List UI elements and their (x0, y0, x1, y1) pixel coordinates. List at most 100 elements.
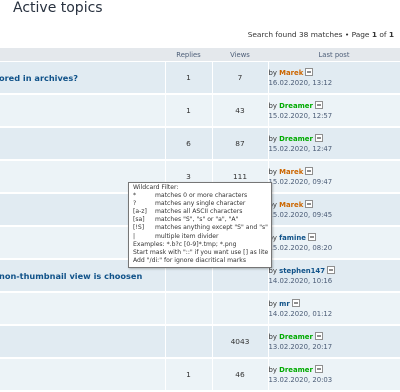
rule-pattern: [!S] (133, 224, 145, 232)
table-row: 1 43 by Dreamer 15.02.2020, 12:57 (0, 94, 400, 128)
replies-count: 6 (164, 127, 212, 161)
tooltip-start-mask: Start mask with "::" if you want use [] … (133, 248, 268, 256)
topic-cell: ored in archives? (0, 61, 165, 95)
last-post-cell: by Dreamer 15.02.2020, 12:47 (267, 127, 400, 161)
last-post-cell: by Dreamer 13.02.2020, 20:03 (267, 358, 400, 392)
rule-pattern: | (133, 232, 136, 240)
post-date: 15.02.2020, 12:47 (268, 144, 333, 153)
username-link[interactable]: Dreamer (279, 102, 313, 110)
page-title: Active topics (13, 0, 103, 16)
goto-last-post-icon[interactable] (305, 166, 314, 175)
by-label: by (268, 332, 277, 341)
goto-last-post-icon[interactable] (314, 100, 323, 109)
views-count: 87 (211, 127, 268, 161)
of-label: of (379, 30, 387, 39)
goto-last-post-icon[interactable] (305, 199, 314, 208)
username-link[interactable]: Marek (279, 69, 303, 77)
post-date: 15.02.2020, 09:45 (268, 210, 333, 219)
by-label: by (268, 299, 277, 308)
rule-description: matches "S", "s" or "a", "A" (155, 216, 239, 224)
views-count (211, 292, 268, 326)
last-post-cell: by Dreamer 15.02.2020, 12:57 (267, 94, 400, 128)
views-count: 43 (211, 94, 268, 128)
tooltip-diacritics: Add "/di:" for ignore diacritical marks (133, 256, 246, 264)
by-label: by (268, 134, 277, 143)
username-link[interactable]: stephen147 (279, 267, 325, 275)
goto-last-post-icon[interactable] (305, 67, 314, 76)
views-count: 7 (211, 61, 268, 95)
topic-title-link[interactable]: non-thumbnail view is choosen (0, 271, 165, 281)
page-label: Page (351, 30, 370, 39)
tooltip-title: Wildcard Filter: (133, 184, 179, 191)
total-pages: 1 (388, 30, 394, 39)
tooltip-rule: [!S] matches anything except "S" and "s" (133, 224, 268, 232)
by-label: by (268, 365, 277, 374)
rule-description: matches anything except "S" and "s" (155, 224, 268, 232)
table-row: 1 46 by Dreamer 13.02.2020, 20:03 (0, 358, 400, 392)
rule-description: matches any single character (155, 200, 246, 208)
replies-count (164, 325, 212, 359)
header-last-post: Last post (268, 48, 400, 62)
tooltip-rule: [sa] matches "S", "s" or "a", "A" (133, 216, 268, 224)
post-date: 13.02.2020, 20:03 (268, 375, 333, 384)
header-replies: Replies (165, 48, 212, 62)
goto-last-post-icon[interactable] (327, 265, 336, 274)
wildcard-filter-tooltip: Wildcard Filter: * matches 0 or more char… (128, 182, 272, 268)
username-link[interactable]: Dreamer (279, 135, 313, 143)
topic-cell (0, 325, 165, 359)
topic-cell (0, 127, 165, 161)
views-count: 46 (211, 358, 268, 392)
views-count: 4043 (211, 325, 268, 359)
rule-description: matches all ASCII characters (155, 208, 243, 216)
topic-title-link[interactable]: ored in archives? (0, 73, 165, 83)
username-link[interactable]: Dreamer (279, 366, 313, 374)
rule-pattern: [sa] (133, 216, 145, 224)
table-row: by mr 14.02.2020, 01:12 (0, 292, 400, 326)
post-date: 16.02.2020, 13:12 (268, 78, 333, 87)
tooltip-rule: * matches 0 or more characters (133, 192, 268, 200)
tooltip-rule: ? matches any single character (133, 200, 268, 208)
table-row: ored in archives? 1 7 by Marek 16.02.2020, 1… (0, 61, 400, 95)
rule-description: multiple item divider (155, 232, 219, 240)
username-link[interactable]: Dreamer (279, 333, 313, 341)
replies-count (164, 292, 212, 326)
post-date: 14.02.2020, 10:16 (268, 276, 333, 285)
replies-count: 1 (164, 358, 212, 392)
last-post-cell: by Marek 16.02.2020, 13:12 (267, 61, 400, 95)
by-label: by (268, 68, 277, 77)
username-link[interactable]: Marek (279, 201, 303, 209)
rule-pattern: * (133, 192, 137, 200)
goto-last-post-icon[interactable] (314, 331, 323, 340)
post-date: 15.02.2020, 12:57 (268, 111, 333, 120)
table-row: 4043 by Dreamer 13.02.2020, 20:17 (0, 325, 400, 359)
replies-count: 1 (164, 94, 212, 128)
topic-cell (0, 292, 165, 326)
goto-last-post-icon[interactable] (291, 298, 300, 307)
current-page: 1 (371, 30, 377, 39)
last-post-cell: by mr 14.02.2020, 01:12 (267, 292, 400, 326)
tooltip-rule: | multiple item divider (133, 233, 268, 241)
post-date: 15.02.2020, 08:20 (268, 243, 333, 252)
replies-count: 1 (164, 61, 212, 95)
tooltip-rule: [a-z] matches all ASCII characters (133, 208, 268, 216)
last-post-cell: by stephen147 14.02.2020, 10:16 (267, 259, 400, 293)
username-link[interactable]: famine (279, 234, 306, 242)
rule-description: matches 0 or more characters (155, 192, 248, 200)
last-post-cell: by Marek 15.02.2020, 09:45 (267, 193, 400, 227)
by-label: by (268, 167, 277, 176)
last-post-cell: by Dreamer 13.02.2020, 20:17 (267, 325, 400, 359)
topic-cell (0, 94, 165, 128)
post-date: 14.02.2020, 01:12 (268, 309, 333, 318)
tooltip-examples: Examples: *.b?c [0-9]*.tmp; *.png (133, 240, 237, 248)
goto-last-post-icon[interactable] (307, 232, 316, 241)
goto-last-post-icon[interactable] (314, 364, 323, 373)
goto-last-post-icon[interactable] (314, 133, 323, 142)
post-date: 15.02.2020, 09:47 (268, 177, 333, 186)
username-link[interactable]: mr (279, 300, 290, 308)
username-link[interactable]: Marek (279, 168, 303, 176)
rule-pattern: ? (133, 200, 137, 208)
header-topic (0, 48, 165, 62)
topic-cell (0, 358, 165, 392)
last-post-cell: by famine 15.02.2020, 08:20 (267, 226, 400, 260)
table-header: Replies Views Last post (0, 48, 400, 62)
